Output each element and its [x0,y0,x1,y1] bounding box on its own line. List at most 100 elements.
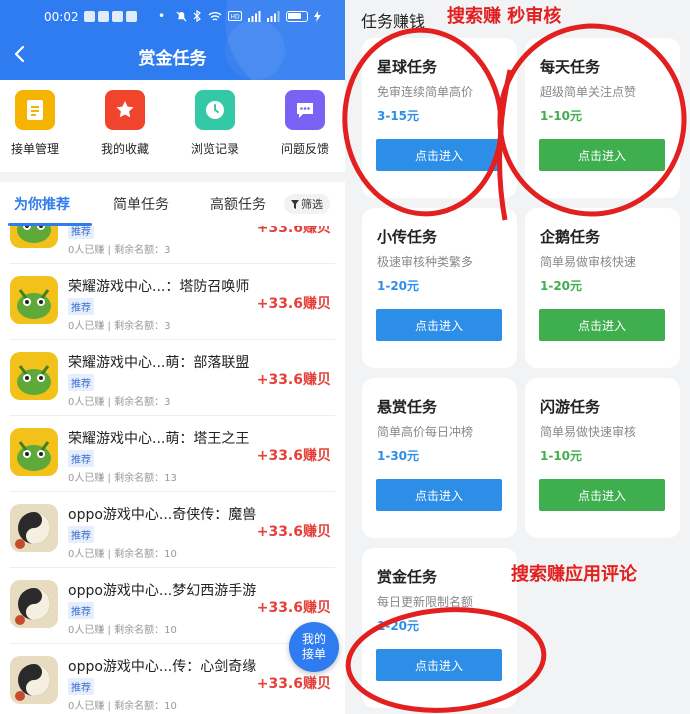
enter-button[interactable]: 点击进入 [376,139,502,171]
quick-action-label: 接单管理 [10,142,59,156]
status-dot: • [158,9,166,23]
bluetooth-icon [193,10,201,22]
signal-icon [248,10,261,22]
status-system-icons: HD [176,10,321,22]
yinyang-game-icon [10,656,58,704]
signal2-icon [267,10,280,22]
task-title: oppo游戏中心...传：心剑奇缘 [68,659,257,675]
dragon-game-icon [10,428,58,476]
quick-action-label: 浏览记录 [190,142,239,156]
task-meta: 0人已赚 | 剩余名额：10 [68,701,177,712]
hd-icon: HD [228,11,242,21]
task-meta: 0人已赚 | 剩余名额：3 [68,397,171,408]
card-subtitle: 免审连续简单高价 [377,85,474,99]
task-title: 荣耀游戏中心...：塔防召唤师 [68,279,250,295]
battery-icon [286,10,308,22]
task-title: 荣耀游戏中心...萌：塔王之王 [68,431,250,447]
quick-actions: 接单管理 我的收藏 浏览记录 问题反馈 [0,80,345,172]
clipboard-icon [15,90,55,130]
task-card-daily[interactable]: 每天任务 超级简单关注点赞 1-10元 点击进入 [525,38,680,198]
card-subtitle: 极速审核种类繁多 [377,255,474,269]
card-range: 1-20元 [377,279,420,293]
recommend-tag: 推荐 [68,298,94,315]
card-range: 1-30元 [377,449,420,463]
quick-action-history[interactable]: 浏览记录 [180,90,250,157]
task-row[interactable]: 荣耀游戏中心...萌：部落联盟 推荐 0人已赚 | 剩余名额：3 +33.6赚贝 [0,340,345,416]
recommend-tag: 推荐 [68,678,94,695]
task-reward: +33.6赚贝 [256,524,331,540]
tab-high-reward[interactable]: 高额任务 [210,194,266,214]
my-orders-line2: 接单 [301,647,326,661]
recommend-tag: 推荐 [68,602,94,619]
card-title: 每天任务 [540,58,601,76]
task-row[interactable]: oppo游戏中心...奇侠传：魔兽 推荐 0人已赚 | 剩余名额：10 +33.… [0,492,345,568]
card-subtitle: 超级简单关注点赞 [540,85,637,99]
clock-icon [195,90,235,130]
card-range: 1-10元 [540,109,583,123]
left-phone-screen: 00:02 • HD 赏金任务 接单管理 我的收藏 浏览记录 问题反馈 为你推荐… [0,0,345,714]
quick-action-order-management[interactable]: 接单管理 [0,90,70,157]
task-card-reward[interactable]: 赏金任务 每日更新限制名额 1-20元 点击进入 [362,548,517,708]
task-card-planet[interactable]: 星球任务 免审连续简单高价 3-15元 点击进入 [362,38,517,198]
my-orders-float-button[interactable]: 我的 接单 [289,622,339,672]
card-range: 1-20元 [377,619,420,633]
card-range: 3-15元 [377,109,420,123]
task-card-bounty[interactable]: 悬赏任务 简单高价每日冲榜 1-30元 点击进入 [362,378,517,538]
task-title: 荣耀游戏中心...萌：部落联盟 [68,355,250,371]
card-title: 闪游任务 [540,398,601,416]
enter-button[interactable]: 点击进入 [539,309,665,341]
dragon-game-icon [10,276,58,324]
quick-action-label: 我的收藏 [100,142,149,156]
task-row[interactable]: 荣耀游戏中心...萌：塔王之王 推荐 0人已赚 | 剩余名额：13 +33.6赚… [0,416,345,492]
mute-icon [176,10,187,22]
recommend-tag: 推荐 [68,526,94,543]
recommend-tag: 推荐 [68,374,94,391]
filter-button[interactable]: 筛选 [284,194,330,214]
task-title: oppo游戏中心...梦幻西游手游 [68,583,257,599]
card-title: 赏金任务 [377,568,438,586]
tab-bar: 为你推荐 简单任务 高额任务 筛选 [0,182,345,226]
task-meta: 0人已赚 | 剩余名额：10 [68,549,177,560]
task-row[interactable]: 荣耀游戏中心...：塔防召唤师 推荐 0人已赚 | 剩余名额：3 +33.6赚贝 [0,264,345,340]
status-time: 00:02 [44,10,79,24]
header-bar: 00:02 • HD 赏金任务 [0,0,345,80]
task-card-penguin[interactable]: 企鹅任务 简单易做审核快速 1-20元 点击进入 [525,208,680,368]
enter-button[interactable]: 点击进入 [376,309,502,341]
card-title: 企鹅任务 [540,228,601,246]
status-bar: 00:02 • HD [0,6,345,28]
task-meta: 0人已赚 | 剩余名额：3 [68,245,171,256]
dragon-game-icon [10,352,58,400]
chat-bubble-icon [285,90,325,130]
yinyang-game-icon [10,504,58,552]
quick-action-favorites[interactable]: 我的收藏 [90,90,160,157]
filter-label: 筛选 [301,198,323,211]
dragon-game-icon [10,226,58,248]
task-reward: +33.6赚贝 [256,600,331,616]
quick-action-feedback[interactable]: 问题反馈 [270,90,340,157]
enter-button[interactable]: 点击进入 [539,139,665,171]
task-card-shanyou[interactable]: 闪游任务 简单易做快速审核 1-10元 点击进入 [525,378,680,538]
task-title: oppo游戏中心...奇侠传：魔兽 [68,507,257,523]
right-task-panel: 任务赚钱 星球任务 免审连续简单高价 3-15元 点击进入 每天任务 超级简单关… [345,0,690,714]
task-row[interactable]: 推荐 0人已赚 | 剩余名额：3 +33.6赚贝 [0,226,345,264]
task-meta: 0人已赚 | 剩余名额：10 [68,625,177,636]
recommend-tag: 推荐 [68,450,94,467]
enter-button[interactable]: 点击进入 [539,479,665,511]
task-card-xiaochuan[interactable]: 小传任务 极速审核种类繁多 1-20元 点击进入 [362,208,517,368]
tab-simple[interactable]: 简单任务 [113,194,169,214]
recommend-tag: 推荐 [68,226,94,239]
task-reward: +33.6赚贝 [256,226,331,236]
card-range: 1-10元 [540,449,583,463]
svg-text:HD: HD [231,14,241,21]
my-orders-line1: 我的 [301,632,326,646]
task-reward: +33.6赚贝 [256,676,331,692]
enter-button[interactable]: 点击进入 [376,479,502,511]
status-app-icons [84,11,137,22]
task-reward: +33.6赚贝 [256,296,331,312]
quick-action-label: 问题反馈 [280,142,329,156]
card-subtitle: 每日更新限制名额 [377,595,474,609]
card-range: 1-20元 [540,279,583,293]
tab-recommended[interactable]: 为你推荐 [14,194,70,214]
page-title: 赏金任务 [138,49,207,69]
enter-button[interactable]: 点击进入 [376,649,502,681]
